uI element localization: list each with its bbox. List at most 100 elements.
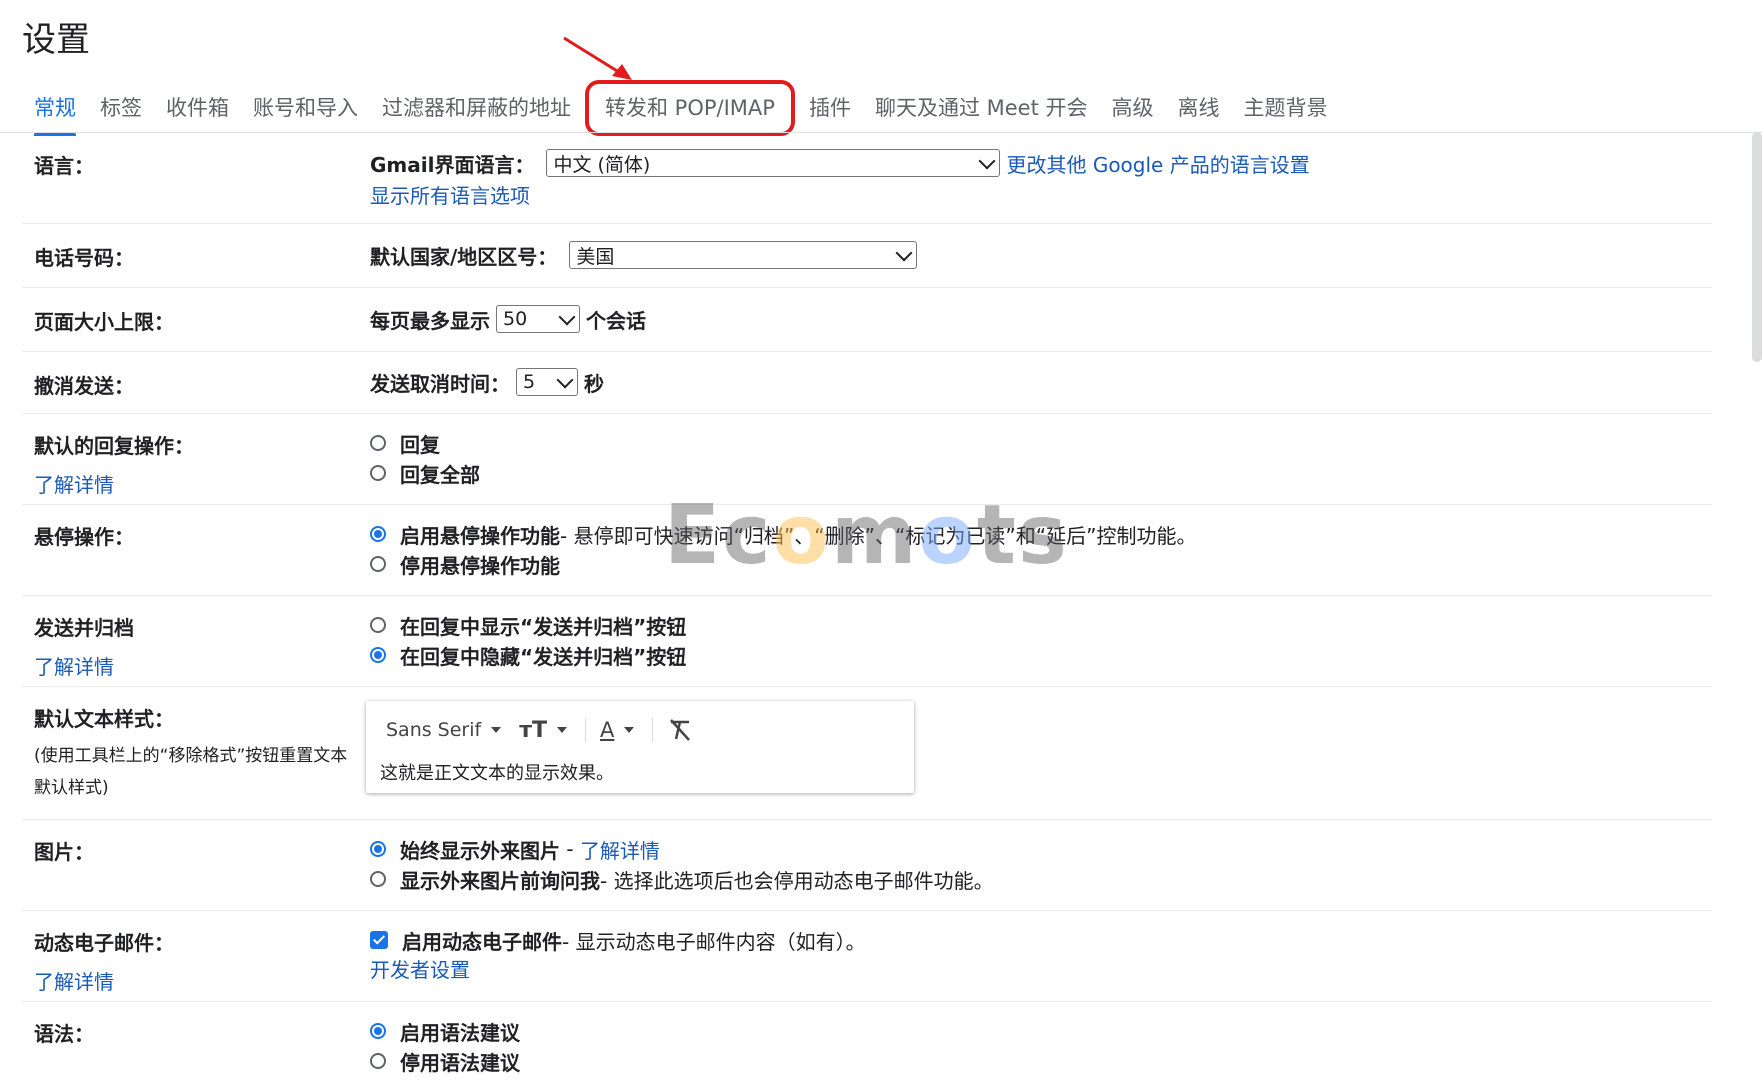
language-label: 语言： <box>34 154 94 178</box>
scrollbar-thumb[interactable] <box>1752 132 1762 362</box>
row-text-style: 默认文本样式： (使用工具栏上的“移除格式”按钮重置文本默认样式) Sans S… <box>22 687 1712 820</box>
phone-settings: 默认国家/地区区号： 美国 <box>370 240 918 270</box>
settings-tabs: 常规 标签 收件箱 账号和导入 过滤器和屏蔽的地址 转发和 POP/IMAP 插… <box>22 80 1340 136</box>
send-archive-hide-label: 在回复中隐藏“发送并归档”按钮 <box>400 644 687 669</box>
default-reply-options: 回复 回复全部 <box>370 428 480 488</box>
hover-disable-option[interactable]: 停用悬停操作功能 <box>370 549 1196 579</box>
toolbar-separator <box>652 718 654 742</box>
phone-label: 电话号码： <box>34 246 134 270</box>
interface-language-label: Gmail界面语言： <box>370 152 535 177</box>
reply-all-option-label: 回复全部 <box>400 462 480 487</box>
text-style-editor: Sans Serif тT A 这就是正文文本的显示效果。 <box>366 701 914 793</box>
send-archive-hide-option[interactable]: 在回复中隐藏“发送并归档”按钮 <box>370 640 686 670</box>
send-archive-options: 在回复中显示“发送并归档”按钮 在回复中隐藏“发送并归档”按钮 <box>370 610 686 670</box>
hover-disable-radio[interactable] <box>370 556 386 572</box>
dynamic-email-learn-more-link[interactable]: 了解详情 <box>34 966 174 995</box>
text-color-icon: A <box>599 718 615 742</box>
remove-formatting-icon <box>670 719 691 741</box>
hover-enable-radio[interactable] <box>370 526 386 542</box>
reply-option[interactable]: 回复 <box>370 428 480 458</box>
reply-all-radio[interactable] <box>370 465 386 481</box>
grammar-enable-option[interactable]: 启用语法建议 <box>370 1016 520 1046</box>
font-family-dropdown[interactable]: Sans Serif <box>386 719 502 741</box>
dynamic-email-enable-desc: - 显示动态电子邮件内容（如有）。 <box>562 929 866 954</box>
grammar-disable-radio[interactable] <box>370 1053 386 1069</box>
font-size-dropdown[interactable]: тT <box>519 718 567 743</box>
chevron-down-icon <box>895 244 913 261</box>
country-code-select[interactable]: 美国 <box>569 241 918 269</box>
tab-addons[interactable]: 插件 <box>797 88 863 128</box>
grammar-enable-radio[interactable] <box>370 1023 386 1039</box>
row-default-reply: 默认的回复操作： 了解详情 回复 回复全部 <box>22 414 1712 505</box>
page-size-label: 页面大小上限： <box>34 310 174 334</box>
text-style-preview: 这就是正文文本的显示效果。 <box>380 763 614 784</box>
reply-radio[interactable] <box>370 435 386 451</box>
show-all-languages-link[interactable]: 显示所有语言选项 <box>370 180 1310 209</box>
settings-rows: 语言： Gmail界面语言： 中文 (简体) 更改其他 Google 产品的语言… <box>22 134 1712 1082</box>
row-page-size: 页面大小上限： 每页最多显示 50 个会话 <box>22 288 1712 352</box>
toolbar-separator <box>584 718 586 742</box>
undo-send-label: 撤消发送： <box>34 374 134 398</box>
page-size-prefix: 每页最多显示 <box>370 308 490 333</box>
row-grammar: 语法： 启用语法建议 停用语法建议 <box>22 1002 1712 1082</box>
grammar-disable-option[interactable]: 停用语法建议 <box>370 1046 520 1076</box>
page-size-suffix: 个会话 <box>586 308 646 333</box>
tab-inbox[interactable]: 收件箱 <box>154 88 241 128</box>
tab-advanced[interactable]: 高级 <box>1100 88 1166 128</box>
chevron-down-icon <box>556 371 574 388</box>
images-label: 图片： <box>34 840 94 864</box>
red-arrow-icon <box>563 36 632 80</box>
tab-accounts-import[interactable]: 账号和导入 <box>241 88 370 128</box>
grammar-label: 语法： <box>34 1022 94 1046</box>
tabs-divider <box>0 132 1762 133</box>
images-always-radio[interactable] <box>370 841 386 857</box>
tab-forwarding-pop-imap[interactable]: 转发和 POP/IMAP <box>585 80 795 136</box>
caret-down-icon <box>491 727 502 733</box>
undo-send-suffix: 秒 <box>584 371 604 396</box>
dynamic-email-checkbox[interactable] <box>370 931 388 949</box>
send-archive-show-radio[interactable] <box>370 617 386 633</box>
grammar-disable-label: 停用语法建议 <box>400 1050 520 1075</box>
dynamic-email-enable-option[interactable]: 启用动态电子邮件 - 显示动态电子邮件内容（如有）。 <box>370 925 866 955</box>
other-products-language-link[interactable]: 更改其他 Google 产品的语言设置 <box>1006 149 1309 178</box>
default-reply-learn-more-link[interactable]: 了解详情 <box>34 469 194 498</box>
text-color-dropdown[interactable]: A <box>599 718 635 742</box>
tab-filters-blocked[interactable]: 过滤器和屏蔽的地址 <box>370 88 583 128</box>
reply-all-option[interactable]: 回复全部 <box>370 458 480 488</box>
grammar-options: 启用语法建议 停用语法建议 <box>370 1016 520 1076</box>
send-archive-hide-radio[interactable] <box>370 647 386 663</box>
language-select-value: 中文 (简体) <box>553 153 651 176</box>
row-dynamic-email: 动态电子邮件： 了解详情 启用动态电子邮件 - 显示动态电子邮件内容（如有）。 … <box>22 911 1712 1002</box>
remove-formatting-button[interactable] <box>667 717 693 743</box>
caret-down-icon <box>556 727 567 733</box>
tab-offline[interactable]: 离线 <box>1166 88 1232 128</box>
dynamic-email-label-group: 动态电子邮件： 了解详情 <box>34 927 174 995</box>
images-ask-radio[interactable] <box>370 871 386 887</box>
send-archive-learn-more-link[interactable]: 了解详情 <box>34 651 134 680</box>
tab-chat-meet[interactable]: 聊天及通过 Meet 开会 <box>863 88 1100 128</box>
tab-themes[interactable]: 主题背景 <box>1232 88 1340 128</box>
language-select[interactable]: 中文 (简体) <box>546 149 1001 177</box>
row-images: 图片： 始终显示外来图片 - 了解详情 显示外来图片前询问我 - 选择此选项后也… <box>22 820 1712 911</box>
chevron-down-icon <box>978 152 996 169</box>
font-family-value: Sans Serif <box>386 719 482 741</box>
text-style-label-group: 默认文本样式： (使用工具栏上的“移除格式”按钮重置文本默认样式) <box>34 703 364 804</box>
page-size-select[interactable]: 50 <box>496 305 580 333</box>
undo-send-value: 5 <box>523 371 536 393</box>
undo-send-select[interactable]: 5 <box>516 368 578 396</box>
tab-labels[interactable]: 标签 <box>88 88 154 128</box>
images-ask-label: 显示外来图片前询问我 <box>400 868 600 893</box>
hover-actions-options: 启用悬停操作功能 - 悬停即可快速访问“归档”、“删除”、“标记为已读”和“延后… <box>370 519 1196 579</box>
developer-settings-link[interactable]: 开发者设置 <box>370 955 866 985</box>
images-ask-option[interactable]: 显示外来图片前询问我 - 选择此选项后也会停用动态电子邮件功能。 <box>370 864 994 894</box>
default-reply-label: 默认的回复操作： <box>34 434 194 458</box>
tab-general[interactable]: 常规 <box>22 88 88 136</box>
images-always-option[interactable]: 始终显示外来图片 - 了解详情 <box>370 834 994 864</box>
hover-enable-label: 启用悬停操作功能 <box>400 523 560 548</box>
text-style-label: 默认文本样式： <box>34 707 174 731</box>
hover-enable-desc: - 悬停即可快速访问“归档”、“删除”、“标记为已读”和“延后”控制功能。 <box>560 523 1197 548</box>
send-archive-show-label: 在回复中显示“发送并归档”按钮 <box>400 614 687 639</box>
hover-enable-option[interactable]: 启用悬停操作功能 - 悬停即可快速访问“归档”、“删除”、“标记为已读”和“延后… <box>370 519 1196 549</box>
send-archive-show-option[interactable]: 在回复中显示“发送并归档”按钮 <box>370 610 686 640</box>
images-learn-more-link[interactable]: 了解详情 <box>580 835 660 864</box>
